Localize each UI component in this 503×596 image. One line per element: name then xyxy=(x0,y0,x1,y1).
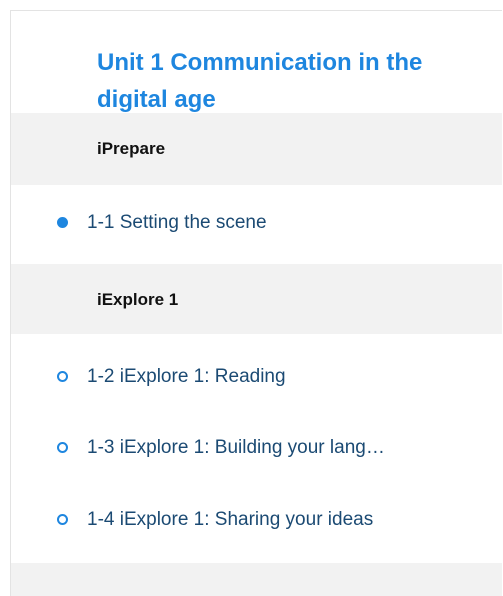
lesson-label: 1-2 iExplore 1: Reading xyxy=(87,366,286,387)
lesson-dot-icon xyxy=(57,371,68,382)
section-label: iPrepare xyxy=(97,139,166,158)
lesson-label: 1-4 iExplore 1: Sharing your ideas xyxy=(87,509,374,530)
lesson-dot-icon xyxy=(57,514,68,525)
lesson-item-1-2[interactable]: 1-2 iExplore 1: Reading xyxy=(11,355,502,399)
lesson-item-1-1[interactable]: 1-1 Setting the scene xyxy=(11,201,502,245)
section-label: iExplore 1 xyxy=(97,290,179,309)
section-header-iexplore-1[interactable]: iExplore 1 xyxy=(11,264,502,334)
course-outline-panel: Unit 1 Communication in the digital age … xyxy=(10,10,502,596)
section-header-iprepare[interactable]: iPrepare xyxy=(11,113,502,185)
section-header-next[interactable] xyxy=(11,563,502,596)
lesson-label: 1-1 Setting the scene xyxy=(87,212,267,233)
lesson-label: 1-3 iExplore 1: Building your lang… xyxy=(87,437,385,458)
lesson-item-1-3[interactable]: 1-3 iExplore 1: Building your lang… xyxy=(11,426,502,470)
lesson-item-1-4[interactable]: 1-4 iExplore 1: Sharing your ideas xyxy=(11,498,502,542)
lesson-dot-icon xyxy=(57,442,68,453)
current-lesson-dot-icon xyxy=(57,217,68,228)
unit-title: Unit 1 Communication in the digital age xyxy=(97,49,423,114)
